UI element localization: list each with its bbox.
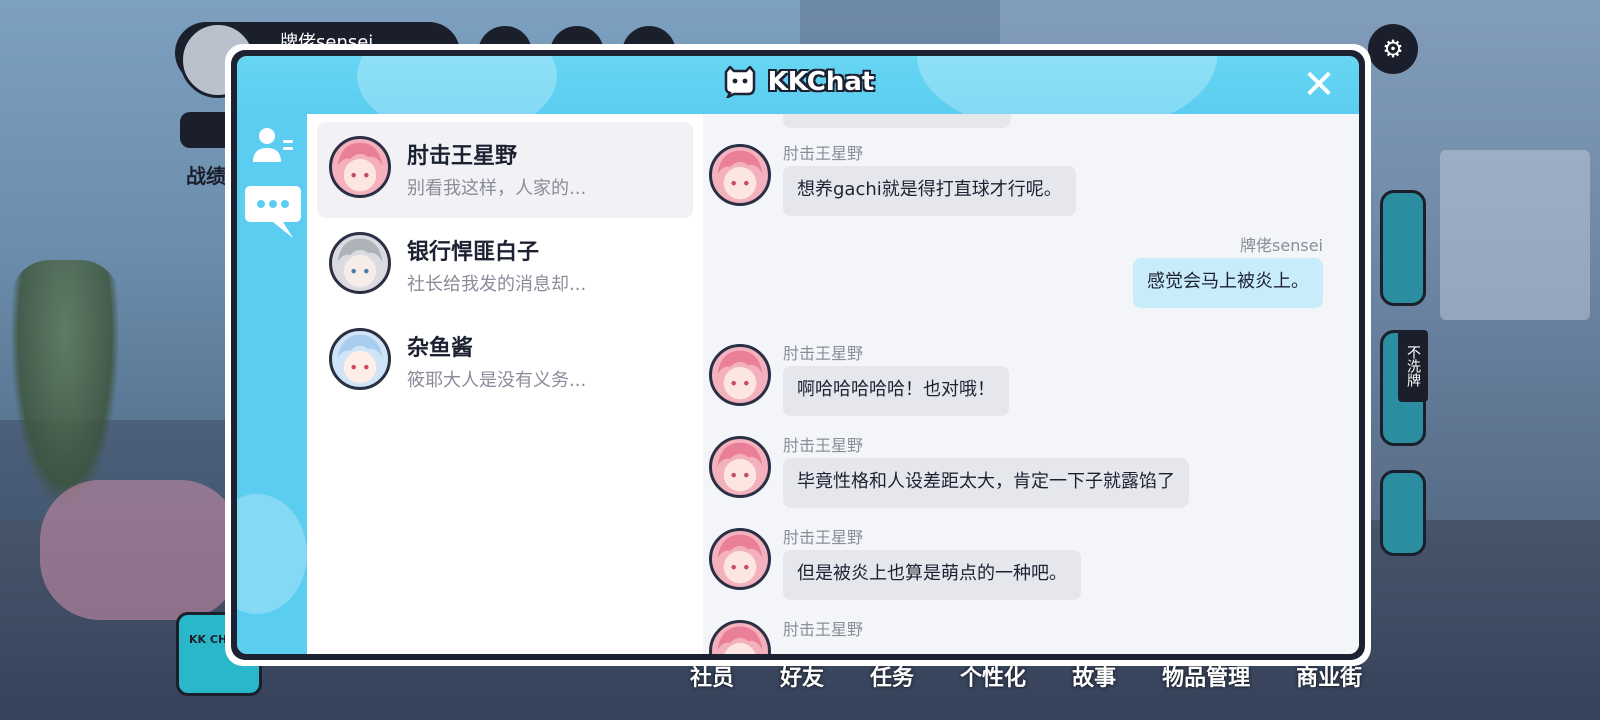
nav-friends[interactable]: 好友	[780, 660, 824, 700]
background-plant	[10, 260, 120, 510]
contacts-icon[interactable]	[249, 126, 295, 166]
side-menu-button[interactable]	[1380, 470, 1426, 556]
pink-hair-avatar	[329, 136, 391, 198]
kkchat-body: KKChat ✕ 肘击王星野 别看我这样，人家的... 银行悍匪白子 社长给我发…	[237, 56, 1359, 654]
nav-tasks[interactable]: 任务	[870, 660, 914, 700]
conversation-preview: 筱耶大人是没有义务...	[407, 370, 587, 391]
nav-story[interactable]: 故事	[1072, 660, 1116, 700]
kkchat-sidebar	[237, 114, 307, 654]
message-sender: 肘击王星野	[783, 436, 864, 455]
message-bubble: 毕竟性格和人设差距太大，肯定一下子就露馅了	[783, 458, 1189, 508]
conversation-preview: 社长给我发的消息却...	[407, 274, 587, 295]
message-bubble: 感觉会马上被炎上。	[1133, 258, 1323, 308]
pink-hair-avatar[interactable]	[709, 144, 771, 206]
kkchat-title-group: KKChat	[237, 66, 1359, 98]
conversation-item[interactable]: 杂鱼酱 筱耶大人是没有义务...	[317, 314, 693, 410]
conversation-item[interactable]: 肘击王星野 别看我这样，人家的...	[317, 122, 693, 218]
pink-hair-avatar[interactable]	[709, 620, 771, 654]
kkchat-frame: KKChat ✕ 肘击王星野 别看我这样，人家的... 银行悍匪白子 社长给我发…	[231, 50, 1365, 660]
previous-message-bubble	[783, 114, 1011, 128]
blue-hair-avatar	[329, 328, 391, 390]
conversation-name: 肘击王星野	[407, 144, 518, 169]
pink-hair-avatar[interactable]	[709, 528, 771, 590]
chat-bubble-icon[interactable]	[243, 180, 303, 240]
kkchat-title: KKChat	[767, 67, 875, 97]
conversation-name: 杂鱼酱	[407, 336, 474, 361]
message-sender: 肘击王星野	[783, 620, 864, 639]
message-bubble: 啊哈哈哈哈哈！也对哦！	[783, 366, 1009, 416]
message-sender: 肘击王星野	[783, 528, 864, 547]
kkchat-titlebar: KKChat ✕	[237, 56, 1359, 114]
sidebar-cloud	[237, 494, 307, 614]
message-sender: 肘击王星野	[783, 144, 864, 163]
kkchat-modal: KKChat ✕ 肘击王星野 别看我这样，人家的... 银行悍匪白子 社长给我发…	[225, 44, 1371, 666]
pink-hair-avatar[interactable]	[709, 436, 771, 498]
chat-panel[interactable]: 肘击王星野 想养gachi就是得打直球才行呢。 牌佬sensei 感觉会马上被炎…	[703, 114, 1359, 654]
background-bunny-plush	[40, 480, 240, 620]
side-menu-button[interactable]	[1380, 190, 1426, 306]
nav-members[interactable]: 社员	[690, 660, 734, 700]
conversation-preview: 别看我这样，人家的...	[407, 178, 587, 199]
nav-customize[interactable]: 个性化	[960, 660, 1026, 700]
nav-shop[interactable]: 商业街	[1296, 660, 1362, 700]
kkchat-logo-icon	[724, 66, 755, 98]
pink-hair-avatar[interactable]	[709, 344, 771, 406]
message-sender: 牌佬sensei	[1240, 236, 1323, 255]
conversation-name: 银行悍匪白子	[407, 240, 540, 265]
silver-hair-avatar	[329, 232, 391, 294]
message-bubble: 想养gachi就是得打直球才行呢。	[783, 166, 1076, 216]
bottom-nav: 社员 好友 任务 个性化 故事 物品管理 商业街	[690, 660, 1450, 700]
no-shuffle-tag[interactable]: 不洗牌	[1398, 330, 1428, 402]
conversation-list: 肘击王星野 别看我这样，人家的... 银行悍匪白子 社长给我发的消息却... 杂…	[307, 114, 703, 654]
close-button[interactable]: ✕	[1299, 65, 1339, 106]
conversation-item[interactable]: 银行悍匪白子 社长给我发的消息却...	[317, 218, 693, 314]
record-label: 战绩	[186, 164, 226, 188]
message-sender: 肘击王星野	[783, 344, 864, 363]
background-whiteboard	[1440, 150, 1590, 320]
settings-icon[interactable]: ⚙	[1368, 24, 1418, 74]
message-bubble: 但是被炎上也算是萌点的一种吧。	[783, 550, 1081, 600]
nav-inventory[interactable]: 物品管理	[1162, 660, 1250, 700]
